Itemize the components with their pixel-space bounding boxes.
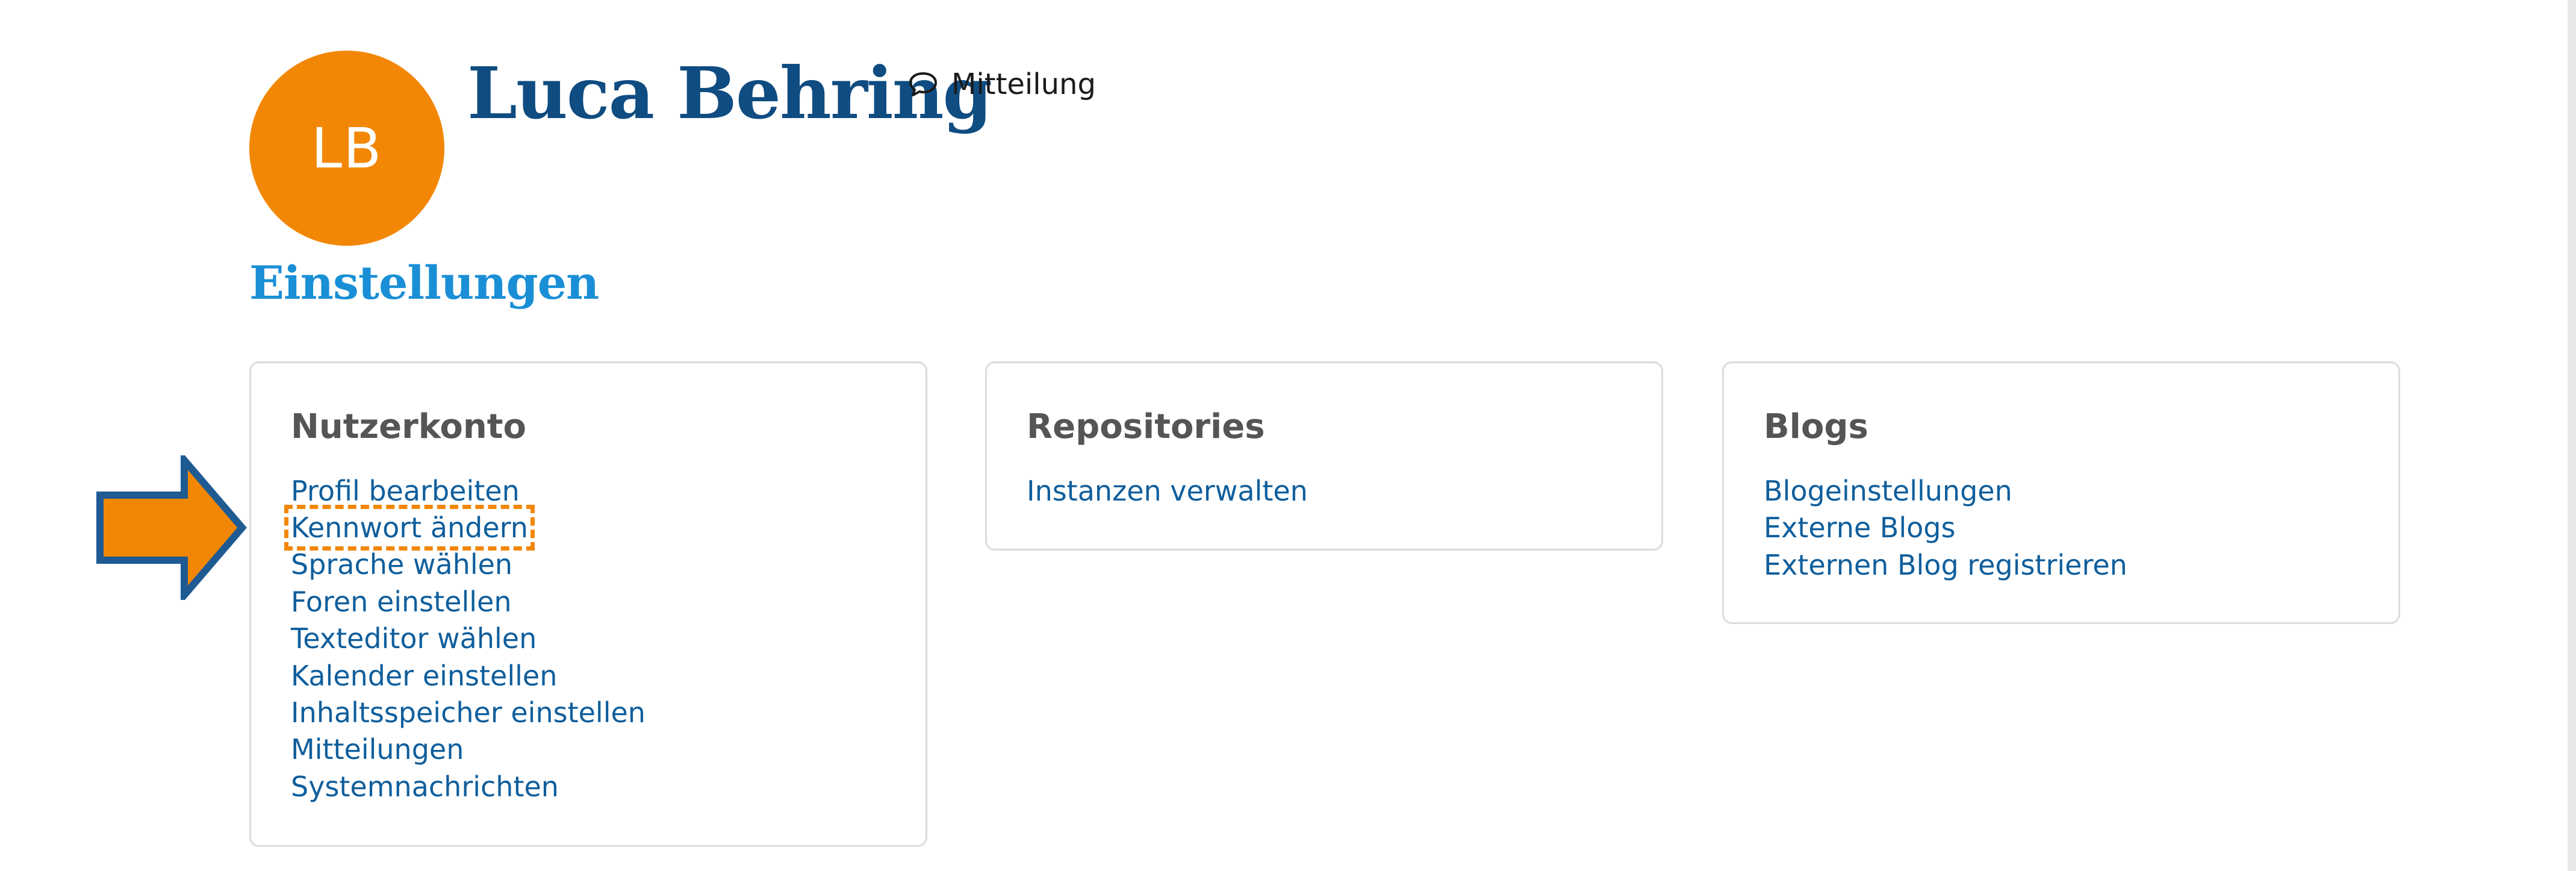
link-forum-settings[interactable]: Foren einstellen	[291, 584, 646, 620]
card-title-account: Nutzerkonto	[291, 407, 527, 446]
card-title-repositories: Repositories	[1027, 407, 1265, 446]
link-manage-instances[interactable]: Instanzen verwalten	[1027, 473, 1308, 510]
link-blog-settings[interactable]: Blogeinstellungen	[1764, 473, 2127, 510]
link-choose-editor[interactable]: Texteditor wählen	[291, 620, 646, 657]
card-account: Nutzerkonto Profil bearbeiten Kennwort ä…	[249, 361, 927, 847]
right-arrow-icon	[95, 450, 247, 605]
avatar-initials: LB	[311, 116, 383, 181]
repositories-links: Instanzen verwalten	[1027, 473, 1308, 510]
scrollbar[interactable]	[2568, 0, 2576, 871]
page-title: Einstellungen	[249, 256, 599, 310]
avatar: LB	[249, 51, 444, 246]
link-content-bank-settings[interactable]: Inhaltsspeicher einstellen	[291, 695, 646, 731]
blogs-links: Blogeinstellungen Externe Blogs Externen…	[1764, 473, 2127, 584]
link-edit-profile[interactable]: Profil bearbeiten	[291, 473, 646, 510]
link-calendar-settings[interactable]: Kalender einstellen	[291, 658, 646, 695]
account-links: Profil bearbeiten Kennwort ändern Sprach…	[284, 473, 646, 805]
card-repositories: Repositories Instanzen verwalten	[985, 361, 1663, 551]
card-blogs: Blogs Blogeinstellungen Externe Blogs Ex…	[1722, 361, 2400, 624]
link-change-password[interactable]: Kennwort ändern	[284, 505, 535, 551]
message-label: Mitteilung	[951, 67, 1096, 101]
speech-bubble-icon	[908, 71, 938, 98]
link-choose-language[interactable]: Sprache wählen	[291, 546, 646, 583]
link-notifications[interactable]: Mitteilungen	[291, 731, 646, 768]
link-external-blogs[interactable]: Externe Blogs	[1764, 510, 2127, 546]
link-register-external-blog[interactable]: Externen Blog registrieren	[1764, 547, 2127, 584]
message-button[interactable]: Mitteilung	[908, 67, 1096, 101]
card-title-blogs: Blogs	[1764, 407, 1868, 446]
link-system-messages[interactable]: Systemnachrichten	[291, 769, 646, 805]
